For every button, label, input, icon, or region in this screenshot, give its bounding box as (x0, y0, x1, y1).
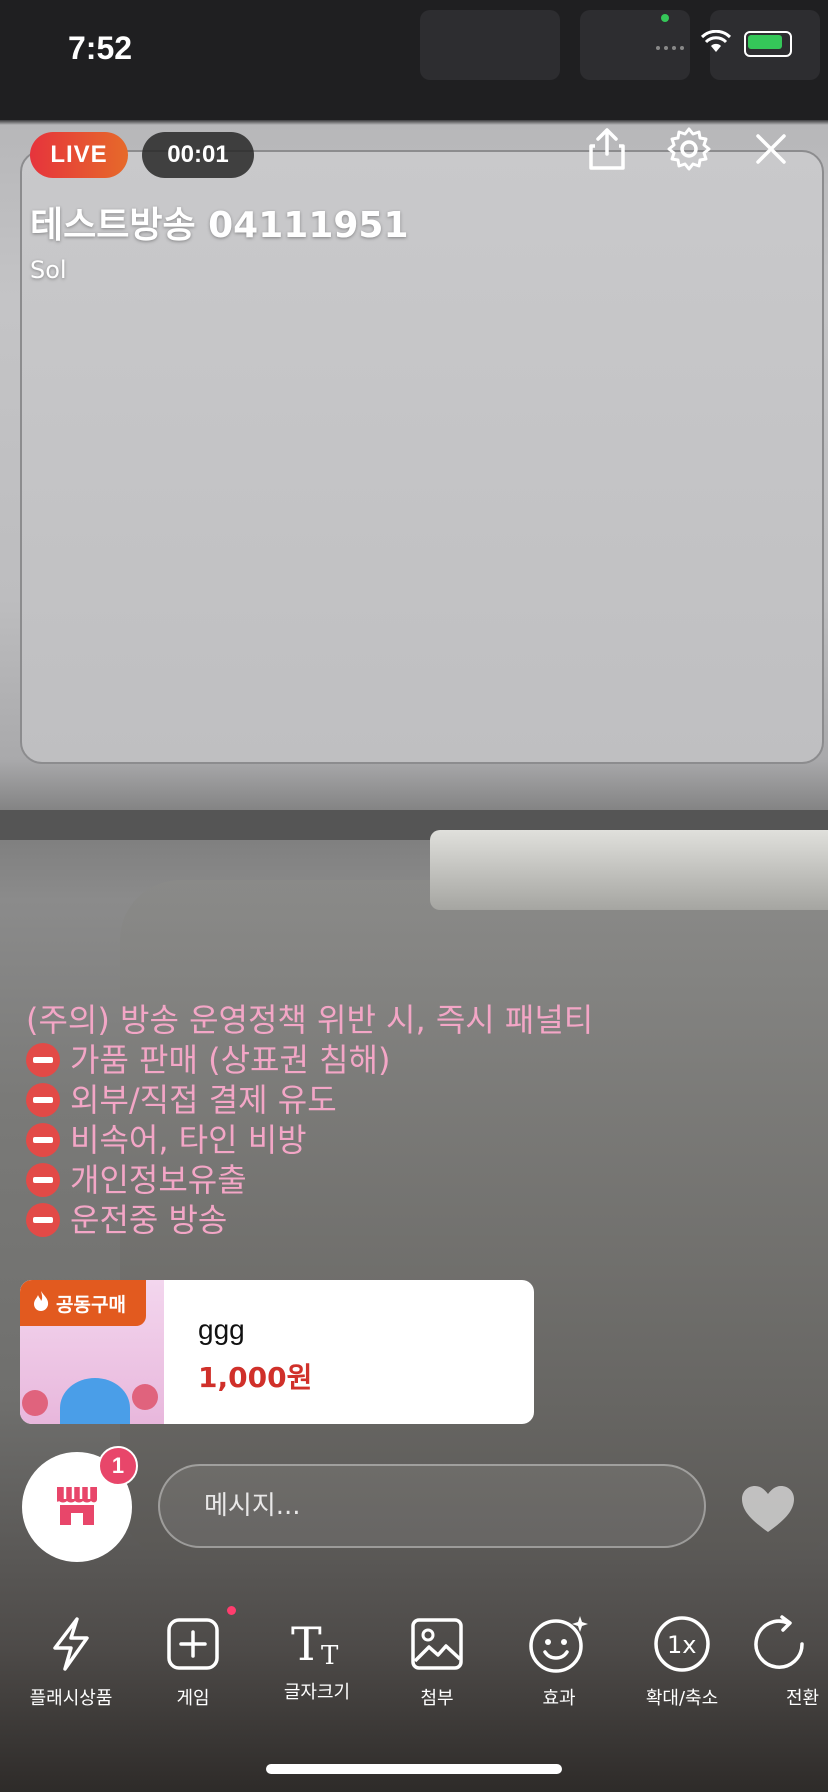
svg-text:T: T (321, 1641, 339, 1671)
store-icon (53, 1481, 101, 1533)
notice-item-text: 가품 판매 (상표권 침해) (70, 1041, 391, 1079)
no-entry-icon (26, 1203, 60, 1237)
toolbar-label: 확대/축소 (645, 1688, 719, 1709)
svg-text:1x: 1x (667, 1631, 696, 1659)
notice-item-text: 개인정보유출 (70, 1161, 247, 1199)
settings-gear-icon[interactable] (666, 126, 712, 172)
fire-icon (32, 1290, 50, 1317)
heart-like-icon[interactable] (740, 1484, 796, 1534)
text-size-icon: TT (262, 1612, 372, 1676)
flower-decoration (22, 1390, 48, 1416)
home-indicator (266, 1764, 562, 1774)
toolbar-zoom[interactable]: 1x 확대/축소 (627, 1612, 737, 1710)
battery-icon (744, 31, 792, 57)
policy-notice: (주의) 방송 운영정책 위반 시, 즉시 패널티 가품 판매 (상표권 침해)… (26, 1000, 593, 1240)
character-image (60, 1378, 130, 1424)
image-icon (382, 1612, 492, 1676)
hinge-background (430, 830, 828, 910)
flower-decoration (132, 1384, 158, 1410)
zoom-1x-icon: 1x (627, 1612, 737, 1676)
shop-count-badge: 1 (98, 1446, 138, 1486)
live-badge: LIVE (30, 132, 128, 178)
group-buy-badge: 공동구매 (20, 1280, 146, 1326)
wifi-icon (700, 29, 732, 58)
status-icons (654, 29, 792, 58)
toolbar-label: 게임 (176, 1688, 210, 1709)
notice-heading: (주의) 방송 운영정책 위반 시, 즉시 패널티 (26, 1001, 594, 1039)
no-entry-icon (26, 1083, 60, 1117)
status-time: 7:52 (68, 30, 133, 66)
share-icon[interactable] (584, 126, 630, 172)
broadcast-toolbar: 플래시상품 게임 TT 글자크기 첨부 효과 1x 확대/축소 전환 (0, 1606, 828, 1722)
toolbar-label: 효과 (542, 1688, 576, 1709)
notice-item-text: 운전중 방송 (70, 1201, 228, 1239)
face-sparkle-icon (504, 1612, 614, 1676)
toolbar-label: 전환 (786, 1688, 820, 1709)
group-buy-label: 공동구매 (56, 1293, 126, 1316)
notice-item: 개인정보유출 (26, 1160, 593, 1200)
no-entry-icon (26, 1163, 60, 1197)
status-bar: 7:52 (0, 0, 828, 100)
svg-text:T: T (291, 1617, 322, 1671)
toolbar-attach[interactable]: 첨부 (382, 1612, 492, 1710)
notice-item-text: 비속어, 타인 비방 (70, 1121, 307, 1159)
broadcast-timer: 00:01 (142, 132, 254, 178)
toolbar-label: 첨부 (420, 1688, 454, 1709)
flash-icon (16, 1612, 126, 1676)
toolbar-label: 글자크기 (283, 1682, 351, 1703)
product-card[interactable]: 공동구매 ggg 1,000원 (20, 1280, 534, 1424)
privacy-indicator-dot (661, 14, 669, 22)
close-icon[interactable] (748, 126, 794, 172)
notice-item: 가품 판매 (상표권 침해) (26, 1040, 593, 1080)
toolbar-flash-product[interactable]: 플래시상품 (16, 1612, 126, 1710)
toolbar-text-size[interactable]: TT 글자크기 (262, 1612, 372, 1704)
toolbar-switch-camera[interactable]: 전환 (748, 1612, 828, 1710)
notice-item: 운전중 방송 (26, 1200, 593, 1240)
top-actions (584, 126, 794, 172)
product-price: 1,000원 (198, 1361, 313, 1394)
no-entry-icon (26, 1043, 60, 1077)
notification-dot (227, 1606, 236, 1615)
no-entry-icon (26, 1123, 60, 1157)
toolbar-label: 플래시상품 (29, 1688, 113, 1709)
toolbar-effects[interactable]: 효과 (504, 1612, 614, 1710)
plus-square-icon (138, 1612, 248, 1676)
notice-item: 외부/직접 결제 유도 (26, 1080, 593, 1120)
host-name: Sol (30, 256, 67, 284)
cellular-icon (654, 32, 688, 56)
product-name: ggg (198, 1314, 245, 1345)
rotate-camera-icon (748, 1612, 828, 1676)
message-input[interactable] (158, 1464, 706, 1548)
toolbar-game[interactable]: 게임 (138, 1606, 248, 1710)
broadcast-title: 테스트방송 04111951 (30, 205, 409, 246)
notice-item-text: 외부/직접 결제 유도 (70, 1081, 337, 1119)
notice-item: 비속어, 타인 비방 (26, 1120, 593, 1160)
